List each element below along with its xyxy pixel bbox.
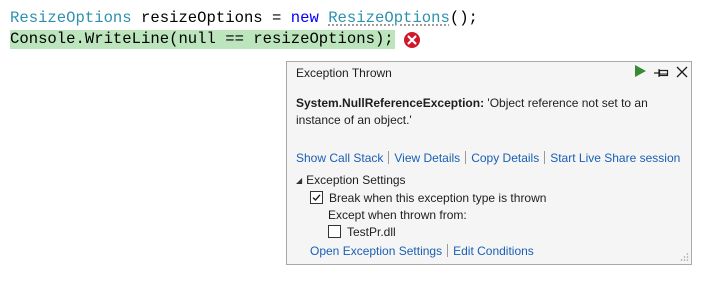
link-divider — [388, 151, 390, 164]
edit-conditions-link[interactable]: Edit Conditions — [453, 244, 534, 258]
close-icon[interactable] — [675, 65, 689, 79]
current-statement-highlight: Console.WriteLine(null == resizeOptions)… — [10, 30, 395, 49]
break-option-label: Break when this exception type is thrown — [329, 191, 547, 205]
module-checkbox[interactable] — [328, 225, 341, 238]
show-call-stack-link[interactable]: Show Call Stack — [296, 151, 383, 165]
link-divider — [447, 244, 449, 257]
live-share-link[interactable]: Start Live Share session — [550, 151, 680, 165]
code-line-1[interactable]: ResizeOptions resizeOptions = new Resize… — [10, 8, 478, 29]
new-keyword: new — [290, 9, 319, 27]
module-option[interactable]: TestPr.dll — [328, 225, 396, 239]
exception-popup: Exception Thrown System.NullReferenceExc… — [286, 61, 692, 265]
module-label: TestPr.dll — [347, 225, 396, 239]
view-details-link[interactable]: View Details — [394, 151, 460, 165]
constructor-call-tail: (); — [449, 9, 478, 27]
variable-declaration: resizeOptions = — [131, 9, 291, 27]
settings-links: Open Exception Settings Edit Conditions — [310, 244, 534, 258]
play-icon[interactable] — [633, 64, 647, 78]
break-option[interactable]: Break when this exception type is thrown — [310, 191, 546, 205]
link-divider — [544, 151, 546, 164]
expand-triangle-icon: ◢ — [296, 176, 303, 185]
resize-grip-icon[interactable] — [679, 252, 689, 262]
error-circle-icon[interactable] — [403, 31, 421, 49]
checkmark-icon — [312, 194, 321, 202]
exception-settings-toggle[interactable]: ◢ Exception Settings — [296, 173, 406, 187]
type-name: ResizeOptions — [10, 9, 132, 27]
pin-icon[interactable] — [653, 65, 669, 81]
open-exception-settings-link[interactable]: Open Exception Settings — [310, 244, 442, 258]
popup-title: Exception Thrown — [296, 66, 392, 80]
exception-settings-label: Exception Settings — [306, 173, 406, 187]
break-checkbox[interactable] — [310, 191, 323, 204]
exception-type: System.NullReferenceException: — [296, 96, 485, 110]
exception-message: System.NullReferenceException: 'Object r… — [296, 95, 676, 129]
code-line-2[interactable]: Console.WriteLine(null == resizeOptions)… — [10, 29, 395, 50]
copy-details-link[interactable]: Copy Details — [471, 151, 539, 165]
except-label: Except when thrown from: — [328, 208, 467, 222]
action-links: Show Call Stack View Details Copy Details S… — [296, 151, 680, 165]
link-divider — [465, 151, 467, 164]
constructor-type-name[interactable]: ResizeOptions — [328, 9, 450, 27]
